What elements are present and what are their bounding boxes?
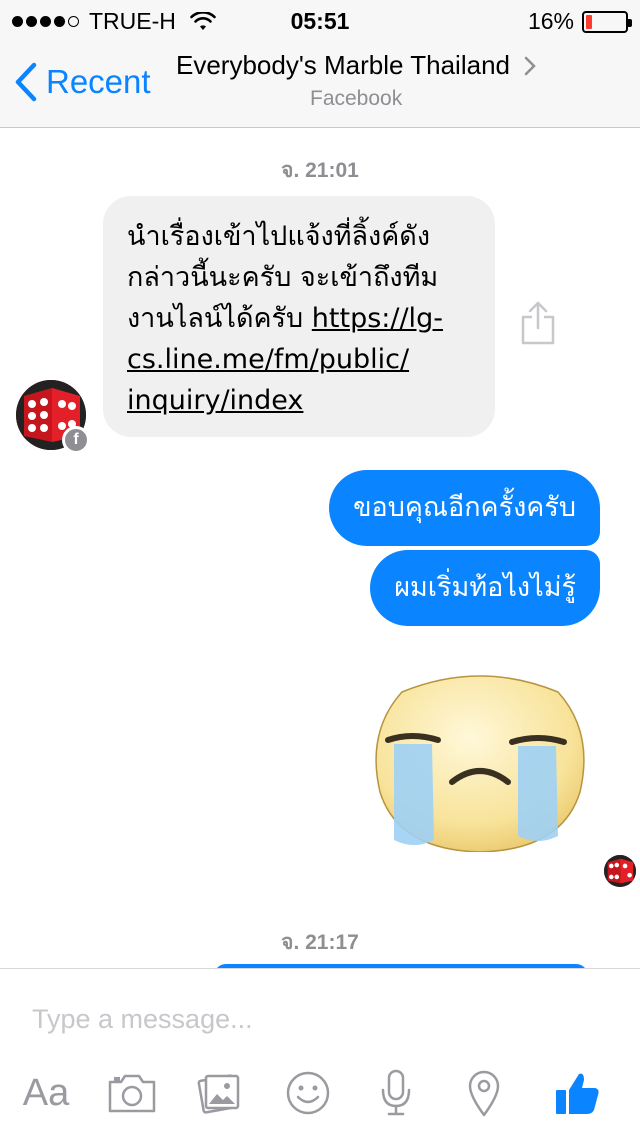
facebook-icon: f xyxy=(62,426,90,454)
camera-button[interactable] xyxy=(106,1065,158,1121)
share-icon[interactable] xyxy=(520,300,556,346)
back-button-label: Recent xyxy=(46,63,151,100)
chevron-right-icon xyxy=(524,56,536,75)
outgoing-message-bubble[interactable]: ผมเริ่มท้อไงไม่รู้ xyxy=(370,550,600,626)
conversation-title-button[interactable]: Everybody's Marble Thailand xyxy=(176,50,556,81)
crying-face-sticker-icon[interactable] xyxy=(372,672,588,852)
message-text-line: cs.line.me/fm/public/ xyxy=(127,339,473,380)
voice-message-button[interactable] xyxy=(374,1065,418,1121)
dice-logo-icon xyxy=(604,855,636,887)
message-link[interactable]: cs.line.me/fm/public/ xyxy=(127,344,409,375)
message-link[interactable]: inquiry/index xyxy=(127,385,303,416)
message-text-segment: งานไลน์ได้ครับ xyxy=(127,303,312,334)
sticker-button[interactable] xyxy=(284,1065,332,1121)
camera-icon xyxy=(108,1074,156,1113)
message-text-line: งานไลน์ได้ครับ https://lg- xyxy=(127,298,473,339)
battery-percent: 16% xyxy=(527,8,574,34)
outgoing-message-bubble[interactable]: ขอบคุณอีกครั้งครับ xyxy=(329,470,600,546)
status-bar-right: 16% xyxy=(527,8,632,35)
thumbs-up-icon xyxy=(556,1073,599,1114)
message-timestamp: จ. 21:17 xyxy=(281,931,359,954)
message-text-line: inquiry/index xyxy=(127,380,473,421)
location-button[interactable] xyxy=(462,1065,506,1121)
text-format-button[interactable]: Aa xyxy=(18,1065,74,1121)
status-bar: TRUE-H 05:51 16% xyxy=(0,0,640,40)
message-composer: Aa xyxy=(0,968,640,1136)
composer-toolbar: Aa xyxy=(0,1065,640,1125)
location-pin-icon xyxy=(468,1070,500,1117)
incoming-message-bubble[interactable]: นำเรื่องเข้าไปแจ้งที่ลิ้งค์ดัง กล่าวนี้น… xyxy=(103,196,495,437)
message-text-line: นำเรื่องเข้าไปแจ้งที่ลิ้งค์ดัง xyxy=(127,221,431,252)
page-subtitle: Facebook xyxy=(310,87,403,110)
smiley-icon xyxy=(286,1071,330,1115)
microphone-icon xyxy=(381,1069,411,1116)
chevron-left-icon xyxy=(15,62,37,102)
battery-icon xyxy=(582,10,632,33)
seen-indicator-avatar xyxy=(604,855,636,887)
back-button[interactable]: Recent xyxy=(14,62,151,102)
message-link[interactable]: https://lg- xyxy=(312,303,443,334)
page-title: Everybody's Marble Thailand xyxy=(176,50,510,80)
message-timestamp: จ. 21:01 xyxy=(281,159,359,182)
like-button[interactable] xyxy=(550,1065,604,1121)
battery-level-fill xyxy=(586,14,593,29)
message-text-line: กล่าวนี้นะครับ จะเข้าถึงทีม xyxy=(127,262,439,293)
navigation-bar: Recent Everybody's Marble Thailand Faceb… xyxy=(0,40,640,128)
message-input[interactable] xyxy=(32,999,592,1039)
photo-gallery-button[interactable] xyxy=(196,1065,244,1121)
photos-icon xyxy=(197,1074,240,1114)
